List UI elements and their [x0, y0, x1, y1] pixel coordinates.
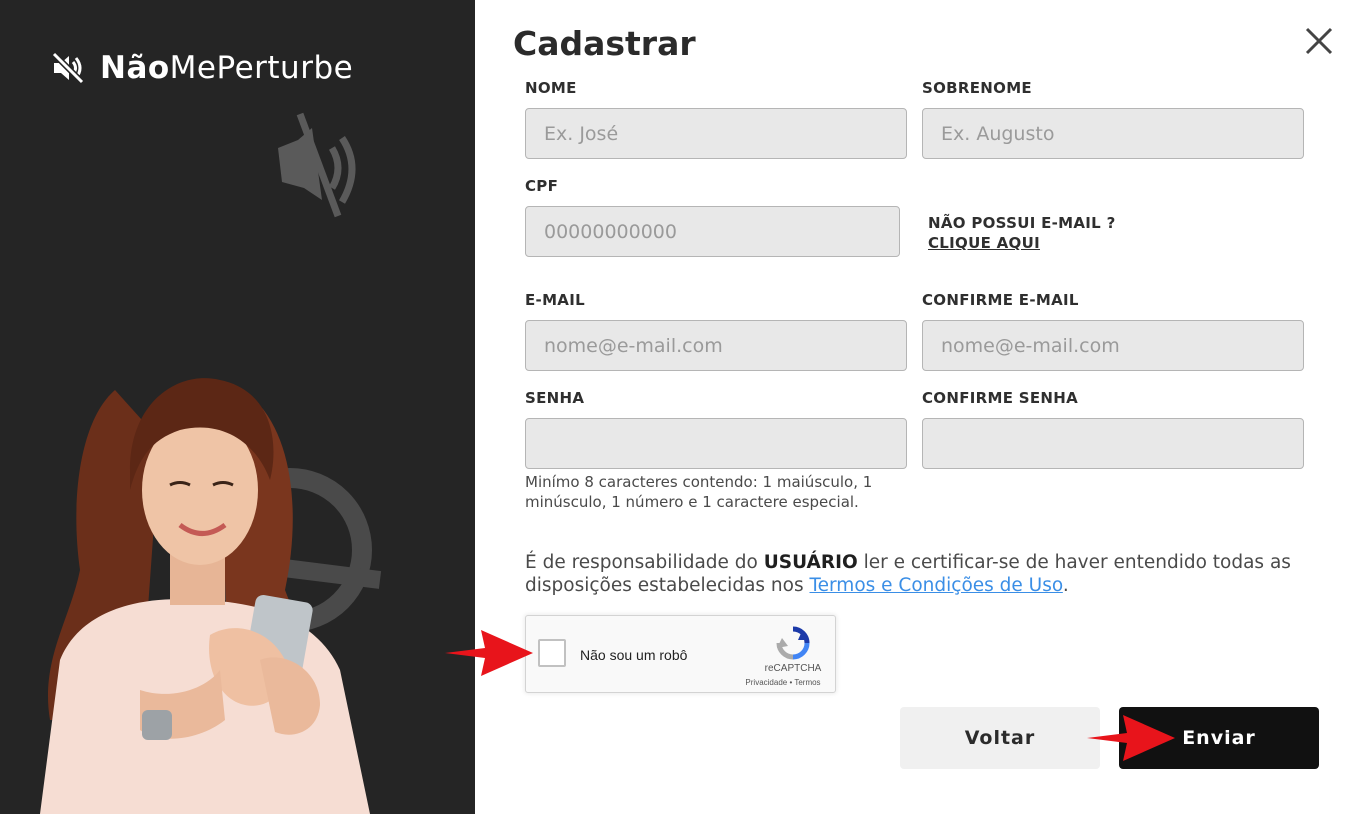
no-email-link[interactable]: CLIQUE AQUI [928, 234, 1040, 252]
cpf-input[interactable] [525, 206, 900, 257]
terms-notice: É de responsabilidade do USUÁRIO ler e c… [525, 552, 1291, 596]
recaptcha-links[interactable]: Privacidade • Termos [736, 678, 830, 687]
woman-with-phone-image [40, 378, 370, 814]
email-input[interactable] [525, 320, 907, 371]
back-button[interactable]: Voltar [900, 707, 1100, 769]
arrow-to-captcha-icon [445, 630, 533, 676]
page-title: Cadastrar [513, 24, 696, 63]
password-hint: Minímo 8 caracteres contendo: 1 maiúscul… [525, 473, 873, 511]
recaptcha-widget: Não sou um robô reCAPTCHA Privacidade • … [525, 615, 836, 693]
arrow-to-send-icon [1087, 715, 1175, 761]
recaptcha-label: Não sou um robô [580, 647, 688, 663]
terms-user-strong: USUÁRIO [763, 552, 858, 573]
brand-panel: NãoMePerturbe [0, 0, 475, 814]
password-input[interactable] [525, 418, 907, 469]
recaptcha-logo-icon [776, 626, 810, 660]
terms-link[interactable]: Termos e Condições de Uso [809, 575, 1062, 596]
email-label: E-MAIL [525, 291, 585, 309]
nome-input[interactable] [525, 108, 907, 159]
recaptcha-brand: reCAPTCHA [764, 663, 822, 674]
sobrenome-input[interactable] [922, 108, 1304, 159]
decorative-mute-icon [278, 112, 356, 218]
confirm-password-input[interactable] [922, 418, 1304, 469]
brand-logo: NãoMePerturbe [50, 50, 353, 86]
nome-label: NOME [525, 79, 577, 97]
brand-name: NãoMePerturbe [100, 50, 354, 86]
cpf-label: CPF [525, 177, 559, 195]
senha-label: SENHA [525, 389, 585, 407]
no-email-block: NÃO POSSUI E-MAIL ? CLIQUE AQUI [928, 213, 1116, 253]
recaptcha-checkbox[interactable] [538, 639, 566, 667]
signup-page: NãoMePerturbe Cadastrar NOME Ex. José SO… [0, 0, 1363, 814]
confirm-email-label: CONFIRME E-MAIL [922, 291, 1079, 309]
close-icon[interactable] [1300, 22, 1338, 60]
mute-speaker-icon [51, 51, 85, 85]
confirm-email-input[interactable] [922, 320, 1304, 371]
no-email-question: NÃO POSSUI E-MAIL ? [928, 214, 1116, 232]
sobrenome-label: SOBRENOME [922, 79, 1032, 97]
confirm-senha-label: CONFIRME SENHA [922, 389, 1079, 407]
